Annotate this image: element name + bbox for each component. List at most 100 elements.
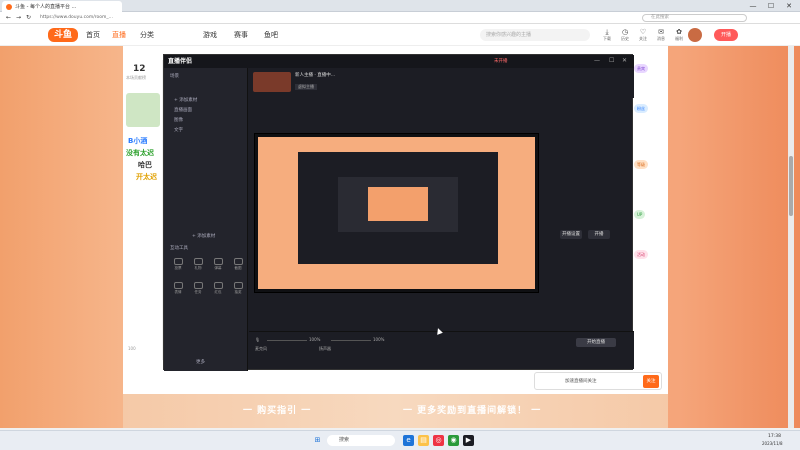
tools-title: 互动工具	[170, 246, 188, 251]
tool-screenshot[interactable]: 截图	[230, 258, 246, 272]
app-minimize-icon[interactable]: —	[594, 57, 600, 64]
forward-icon[interactable]: →	[16, 14, 21, 21]
room-name: 新人主播 · 直播中...	[295, 73, 336, 78]
live-status: 未开播	[494, 59, 508, 64]
stream-preview[interactable]	[254, 133, 539, 293]
redpacket-icon	[213, 282, 223, 289]
streaming-app-taskbar-icon[interactable]: ▶	[463, 435, 474, 446]
download-icon: ⤓	[605, 28, 609, 36]
taskbar-search[interactable]: 搜索	[327, 435, 395, 446]
room-cover[interactable]	[253, 72, 291, 92]
folder-icon[interactable]: ▤	[418, 435, 429, 446]
browser-search-input[interactable]: 在此搜索	[642, 14, 747, 22]
chat-badge: UP	[634, 210, 646, 219]
douyu-logo[interactable]: 斗鱼	[48, 28, 78, 42]
left-bottom-label: 100	[128, 346, 136, 351]
screenshot-icon	[233, 258, 243, 265]
nav-yuba[interactable]: 鱼吧	[264, 30, 278, 40]
tool-danmu[interactable]: 弹幕	[210, 258, 226, 272]
tool-gift[interactable]: 礼物	[190, 258, 206, 272]
tool-task[interactable]: 任务	[190, 282, 206, 296]
edge-icon[interactable]: e	[403, 435, 414, 446]
gift-link[interactable]: ✿ 福利	[672, 28, 686, 42]
mic-label: 麦克风	[255, 346, 267, 351]
go-live-small-button[interactable]: 开播	[588, 230, 610, 239]
app-title: 直播伴侣	[168, 58, 193, 65]
nav-category[interactable]: 分类	[140, 30, 154, 40]
scene-item[interactable]: 文字	[174, 128, 183, 134]
scene-item[interactable]: 直播画面	[174, 108, 192, 114]
tool-emoji[interactable]: 表情	[170, 282, 186, 296]
message-icon: ✉	[658, 28, 664, 36]
back-icon[interactable]: ←	[6, 14, 11, 21]
download-link[interactable]: ⤓ 下载	[600, 28, 614, 42]
add-source-button[interactable]: + 添加素材	[192, 234, 215, 240]
popup-text: 加速直播间关注	[565, 379, 597, 384]
chat-badge: 活动	[634, 250, 648, 259]
app-room-header: 新人主播 · 直播中... 虚拟主播	[249, 68, 634, 98]
room-category[interactable]: 虚拟主播	[295, 84, 317, 90]
app-maximize-icon[interactable]: ☐	[609, 57, 614, 64]
popup-follow-button[interactable]: 关注	[643, 375, 659, 388]
app-icon[interactable]: ◎	[433, 435, 444, 446]
message-link[interactable]: ✉ 消息	[654, 28, 668, 42]
rank-number: 12	[133, 64, 146, 74]
danmu-line: 开太迟	[136, 173, 157, 181]
follow-popup: 加速直播间关注 关注	[534, 372, 662, 390]
app-bottom-bar: 🎙 麦克风 100% 扬声器 100% 开始直播	[249, 331, 634, 369]
url-field[interactable]: https://www.douyu.com/room_...	[40, 14, 600, 22]
more-tools-link[interactable]: 更多	[196, 360, 205, 366]
scene-item[interactable]: + 添加素材	[174, 98, 197, 104]
nav-games[interactable]: 游戏	[203, 30, 217, 40]
clock-time: 17:38	[768, 434, 781, 439]
app-sidebar: 场景 + 添加素材 直播画面 图像 文字 + 添加素材 互动工具 投票 礼物 弹…	[164, 68, 248, 371]
history-link[interactable]: ◷ 历史	[618, 28, 632, 42]
tool-poll[interactable]: 投票	[170, 258, 186, 272]
danmu-line: B小酒	[128, 137, 148, 145]
scene-item[interactable]: 图像	[174, 118, 183, 124]
lottery-icon	[233, 282, 243, 289]
history-icon: ◷	[621, 28, 629, 36]
speaker-volume: 100%	[373, 337, 385, 342]
start-live-button[interactable]: 开播	[714, 29, 738, 41]
browser-tab[interactable]: 斗鱼 - 每个人的直播平台 ...	[2, 1, 122, 12]
nav-home[interactable]: 首页	[86, 30, 100, 40]
site-search-input[interactable]: 搜索你感兴趣的主播	[480, 29, 590, 41]
close-window-button[interactable]: ✕	[780, 1, 798, 11]
chat-badge: 贵宾	[634, 64, 648, 73]
scrollbar-thumb[interactable]	[789, 156, 793, 216]
nav-live[interactable]: 直播	[112, 30, 126, 40]
douyu-favicon-icon	[6, 3, 12, 10]
nav-events[interactable]: 赛事	[234, 30, 248, 40]
mic-volume: 100%	[309, 337, 321, 342]
chat-badge: 粉丝	[634, 104, 648, 113]
chrome-icon[interactable]: ◉	[448, 435, 459, 446]
mic-icon[interactable]: 🎙	[255, 337, 260, 342]
nested-preview-inner	[338, 177, 458, 232]
live-settings-button[interactable]: 开播设置	[560, 230, 582, 239]
mic-slider[interactable]	[267, 340, 307, 341]
maximize-button[interactable]: ☐	[762, 1, 780, 11]
follow-link[interactable]: ♡ 关注	[636, 28, 650, 42]
heart-icon: ♡	[639, 28, 647, 36]
windows-taskbar: ⊞ 搜索 e ▤ ◎ ◉ ▶ 17:38 2023/11/8	[0, 430, 800, 450]
nested-app	[298, 152, 498, 264]
page-scrollbar[interactable]	[788, 46, 794, 428]
minimize-button[interactable]: —	[744, 1, 762, 11]
tool-redpacket[interactable]: 红包	[210, 282, 226, 296]
start-streaming-button[interactable]: 开始直播	[576, 338, 616, 347]
poll-icon	[173, 258, 183, 265]
app-close-icon[interactable]: ✕	[622, 57, 627, 64]
gift-tool-icon	[193, 258, 203, 265]
tool-lottery[interactable]: 抽奖	[230, 282, 246, 296]
user-avatar[interactable]	[688, 28, 702, 42]
speaker-slider[interactable]	[331, 340, 371, 341]
emoji-icon	[173, 282, 183, 289]
refresh-icon[interactable]: ↻	[26, 14, 31, 21]
streamer-avatar[interactable]	[126, 93, 160, 127]
nested-preview	[258, 137, 535, 289]
speaker-label: 扬声器	[319, 346, 331, 351]
banner-left-text: 一 购买指引 一	[243, 406, 312, 416]
tab-title: 斗鱼 - 每个人的直播平台 ...	[15, 4, 77, 10]
windows-start-icon[interactable]: ⊞	[312, 435, 323, 446]
